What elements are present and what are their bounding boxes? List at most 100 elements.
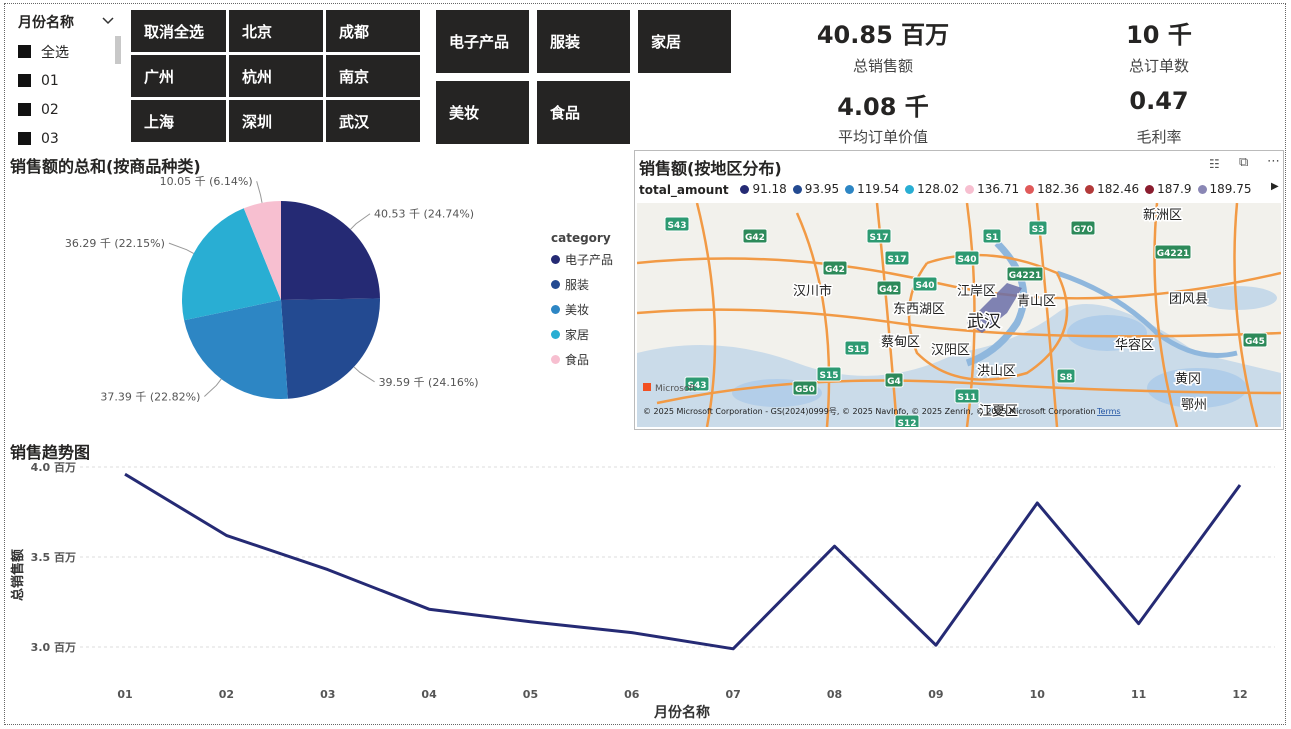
checkbox-icon <box>18 132 31 145</box>
city-tile-hangzhou[interactable]: 杭州 <box>229 55 323 97</box>
road-shield-icon: G70 <box>1070 220 1096 236</box>
y-tick-label: 3.5 百万 <box>31 551 76 564</box>
map-legend-item[interactable]: 136.71 <box>965 182 1019 196</box>
svg-text:S15: S15 <box>819 371 838 381</box>
city-tile-beijing[interactable]: 北京 <box>229 10 323 52</box>
legend-dot-icon <box>965 184 975 194</box>
category-tile-beauty[interactable]: 美妆 <box>436 81 529 144</box>
month-list: 全选 01 02 03 <box>18 37 69 153</box>
trend-data-point[interactable] <box>1034 500 1040 506</box>
x-tick-label: 01 <box>117 688 132 701</box>
road-shield-icon: S11 <box>954 388 980 404</box>
legend-dot-icon <box>1197 184 1207 194</box>
pie-legend-item[interactable]: 食品 <box>551 347 613 372</box>
road-shield-icon: G4221 <box>1154 244 1192 260</box>
pie-data-label: 39.59 千 (24.16%) <box>379 376 479 389</box>
pie-leader-line <box>256 181 263 203</box>
trend-data-point[interactable] <box>1237 482 1243 488</box>
trend-data-point[interactable] <box>933 642 939 648</box>
category-tile-home[interactable]: 家居 <box>638 10 731 73</box>
x-tick-label: 03 <box>320 688 335 701</box>
x-tick-label: 06 <box>624 688 640 701</box>
city-tile-shenzhen[interactable]: 深圳 <box>229 100 323 142</box>
map-copyright: © 2025 Microsoft Corporation - GS(2024)0… <box>643 407 1095 416</box>
map-legend: total_amount 91.18 93.95 119.54 128.02 136.7… <box>639 182 1264 197</box>
pie-legend-item[interactable]: 服装 <box>551 272 613 297</box>
city-tile-chengdu[interactable]: 成都 <box>326 10 420 52</box>
svg-text:S1: S1 <box>986 233 999 243</box>
map-place-label: 黄冈 <box>1175 372 1201 387</box>
map-legend-item[interactable]: 119.54 <box>845 182 899 196</box>
category-tile-food[interactable]: 食品 <box>537 81 630 144</box>
pie-data-label: 40.53 千 (24.74%) <box>374 208 474 221</box>
legend-dot-icon <box>551 280 560 289</box>
pie-legend-item[interactable]: 美妆 <box>551 297 613 322</box>
svg-text:S3: S3 <box>1032 225 1045 235</box>
city-tile-guangzhou[interactable]: 广州 <box>131 55 226 97</box>
trend-data-point[interactable] <box>1136 621 1142 627</box>
map-legend-item[interactable]: 187.9 <box>1145 182 1192 196</box>
month-item[interactable]: 03 <box>18 124 69 153</box>
chevron-down-icon[interactable] <box>100 12 116 28</box>
pie-legend-item[interactable]: 电子产品 <box>551 247 613 272</box>
legend-dot-icon <box>905 184 915 194</box>
trend-data-point[interactable] <box>832 543 838 549</box>
map-canvas[interactable]: 新洲区汉川市 江岸区青山区 团风县东西湖区武汉蔡甸区汉阳区 华容区洪山区黄冈鄂州江夏区… <box>637 203 1281 427</box>
legend-dot-icon <box>551 255 560 264</box>
category-tile-electronics[interactable]: 电子产品 <box>436 10 529 73</box>
trend-data-point[interactable] <box>629 630 635 636</box>
kpi-gross-margin-label: 毛利率 <box>1136 128 1182 146</box>
map-legend-item[interactable]: 182.46 <box>1085 182 1139 196</box>
map-visual[interactable]: 销售额(按地区分布) ☷ ⧉ ⋯ total_amount 91.18 93.95… <box>634 150 1284 430</box>
map-legend-item[interactable]: 91.18 <box>740 182 787 196</box>
trend-data-point[interactable] <box>730 646 736 652</box>
map-terms-link[interactable]: Terms <box>1096 407 1121 416</box>
trend-xlabel: 月份名称 <box>653 704 710 721</box>
pie-legend-title: category <box>551 231 611 245</box>
svg-text:G45: G45 <box>1245 337 1265 347</box>
trend-data-point[interactable] <box>223 532 229 538</box>
trend-data-point[interactable] <box>122 471 128 477</box>
x-tick-label: 09 <box>928 688 943 701</box>
road-shield-icon: S12 <box>894 414 920 427</box>
map-legend-item[interactable]: 189.75 <box>1197 182 1252 196</box>
map-legend-item[interactable]: 182.36 <box>1025 182 1079 196</box>
filter-icon[interactable]: ☷ <box>1209 157 1220 171</box>
pie-legend-label: 食品 <box>565 353 590 367</box>
slicer-scrollbar[interactable] <box>115 36 121 64</box>
legend-next-icon[interactable]: ▶ <box>1271 181 1279 192</box>
pie-slice[interactable] <box>281 298 380 399</box>
x-tick-label: 11 <box>1131 688 1146 701</box>
legend-dot-icon <box>1025 184 1035 194</box>
map-place-label: 江岸区 <box>957 284 996 299</box>
city-tile-nanjing[interactable]: 南京 <box>326 55 420 97</box>
map-place-label: 青山区 <box>1017 294 1056 309</box>
pie-leader-line <box>204 378 222 397</box>
pie-slice[interactable] <box>281 201 380 300</box>
road-shield-icon: G42 <box>742 228 768 244</box>
city-tile-shanghai[interactable]: 上海 <box>131 100 226 142</box>
trend-data-point[interactable] <box>325 567 331 573</box>
trend-data-point[interactable] <box>527 619 533 625</box>
x-tick-label: 10 <box>1030 688 1046 701</box>
map-place-label: 东西湖区 <box>893 302 945 317</box>
svg-text:G4221: G4221 <box>1009 271 1041 281</box>
svg-text:S43: S43 <box>667 221 686 231</box>
more-options-icon[interactable]: ⋯ <box>1267 154 1280 169</box>
city-tile-clear-all[interactable]: 取消全选 <box>131 10 226 52</box>
category-tile-clothing[interactable]: 服装 <box>537 10 630 73</box>
road-shield-icon: S40 <box>954 250 980 266</box>
month-item[interactable]: 01 <box>18 66 69 95</box>
month-item[interactable]: 02 <box>18 95 69 124</box>
trend-data-point[interactable] <box>426 606 432 612</box>
legend-dot-icon <box>1145 184 1155 194</box>
map-legend-item[interactable]: 128.02 <box>905 182 959 196</box>
city-tile-wuhan[interactable]: 武汉 <box>326 100 420 142</box>
map-legend-item[interactable]: 93.95 <box>792 182 839 196</box>
svg-text:G4221: G4221 <box>1157 249 1189 259</box>
x-tick-label: 12 <box>1232 688 1247 701</box>
legend-dot-icon <box>551 305 560 314</box>
pie-legend-item[interactable]: 家居 <box>551 322 613 347</box>
month-item[interactable]: 全选 <box>18 37 69 66</box>
focus-mode-icon[interactable]: ⧉ <box>1239 155 1248 170</box>
